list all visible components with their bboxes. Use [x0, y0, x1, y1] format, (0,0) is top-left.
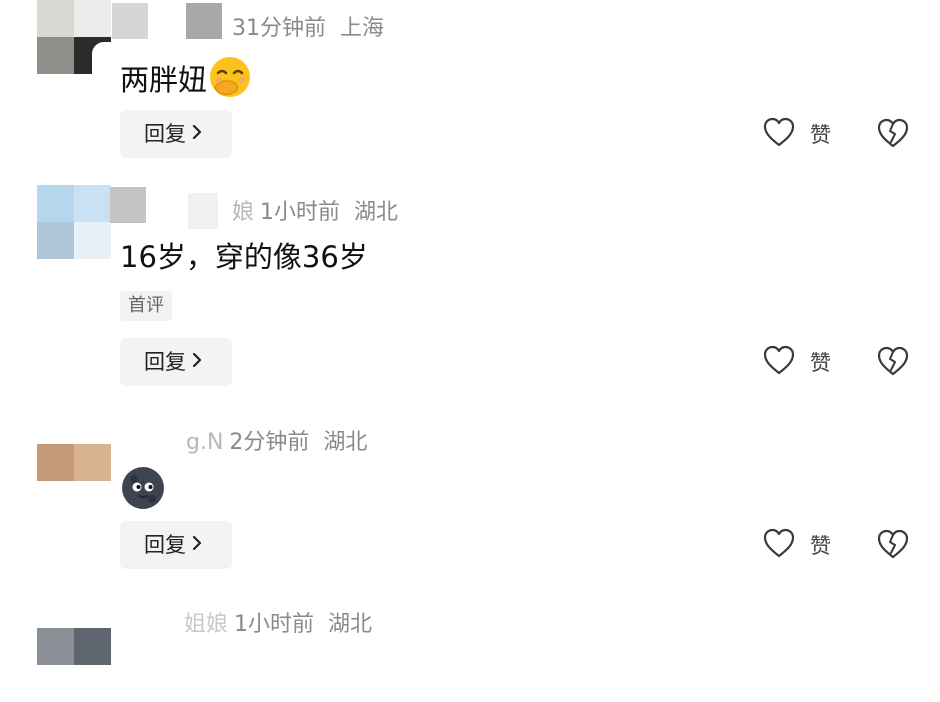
avatar[interactable] [37, 628, 111, 702]
comment-item: 姐娘 1小时前 湖北 [0, 600, 940, 665]
comment-text [120, 465, 166, 521]
comment-meta: 姐娘 1小时前 湖北 [120, 609, 372, 641]
like-label: 赞 [810, 351, 831, 375]
comment-item: 娘 1小时前 湖北 16岁，穿的像36岁 首评 回复 赞 [0, 180, 940, 410]
reply-button[interactable]: 回复 [120, 338, 232, 386]
face-with-hand-over-mouth-emoji [207, 54, 253, 110]
username-partial[interactable]: g.N [186, 427, 223, 459]
like-button[interactable]: 赞 [762, 110, 831, 158]
comment-time: 31分钟前 [232, 16, 326, 41]
comment-meta: g.N 2分钟前 湖北 [120, 427, 367, 459]
comment-text: 16岁，穿的像36岁 [120, 240, 368, 274]
username-partial[interactable]: 娘 [232, 197, 254, 229]
reply-button[interactable]: 回复 [120, 521, 232, 569]
heart-outline-icon [762, 527, 796, 563]
username-partial[interactable]: 姐娘 [126, 609, 228, 641]
comment-location: 湖北 [354, 200, 399, 225]
comment-meta: 娘 1小时前 湖北 [110, 187, 399, 229]
like-button[interactable]: 赞 [762, 338, 831, 386]
comment-text: 两胖妞 [120, 54, 253, 110]
comment-time: 2分钟前 [229, 430, 310, 455]
reply-button[interactable]: 回复 [120, 110, 232, 158]
avatar[interactable] [37, 444, 111, 518]
username-redacted[interactable] [112, 3, 232, 45]
new-moon-face-emoji [120, 465, 166, 521]
comment-location: 上海 [340, 16, 385, 41]
first-comment-badge: 首评 [120, 291, 172, 321]
comment-location: 湖北 [323, 430, 368, 455]
comment-item: 31分钟前 上海 两胖妞 回复 赞 [0, 0, 940, 180]
comment-time: 1小时前 [260, 200, 341, 225]
broken-heart-icon[interactable] [876, 345, 910, 379]
avatar[interactable] [37, 185, 111, 259]
heart-outline-icon [762, 116, 796, 152]
broken-heart-icon[interactable] [876, 117, 910, 151]
heart-outline-icon [762, 344, 796, 380]
username-redacted[interactable] [110, 187, 232, 229]
chevron-right-icon [192, 337, 202, 385]
comment-time: 1小时前 [234, 612, 315, 637]
comment-meta: 31分钟前 上海 [112, 3, 385, 45]
comment-location: 湖北 [328, 612, 373, 637]
chevron-right-icon [192, 109, 202, 157]
like-label: 赞 [810, 534, 831, 558]
broken-heart-icon[interactable] [876, 528, 910, 562]
avatar[interactable] [37, 0, 111, 74]
like-label: 赞 [810, 123, 831, 147]
chevron-right-icon [192, 520, 202, 568]
comment-item: g.N 2分钟前 湖北 回复 赞 [0, 410, 940, 600]
like-button[interactable]: 赞 [762, 521, 831, 569]
